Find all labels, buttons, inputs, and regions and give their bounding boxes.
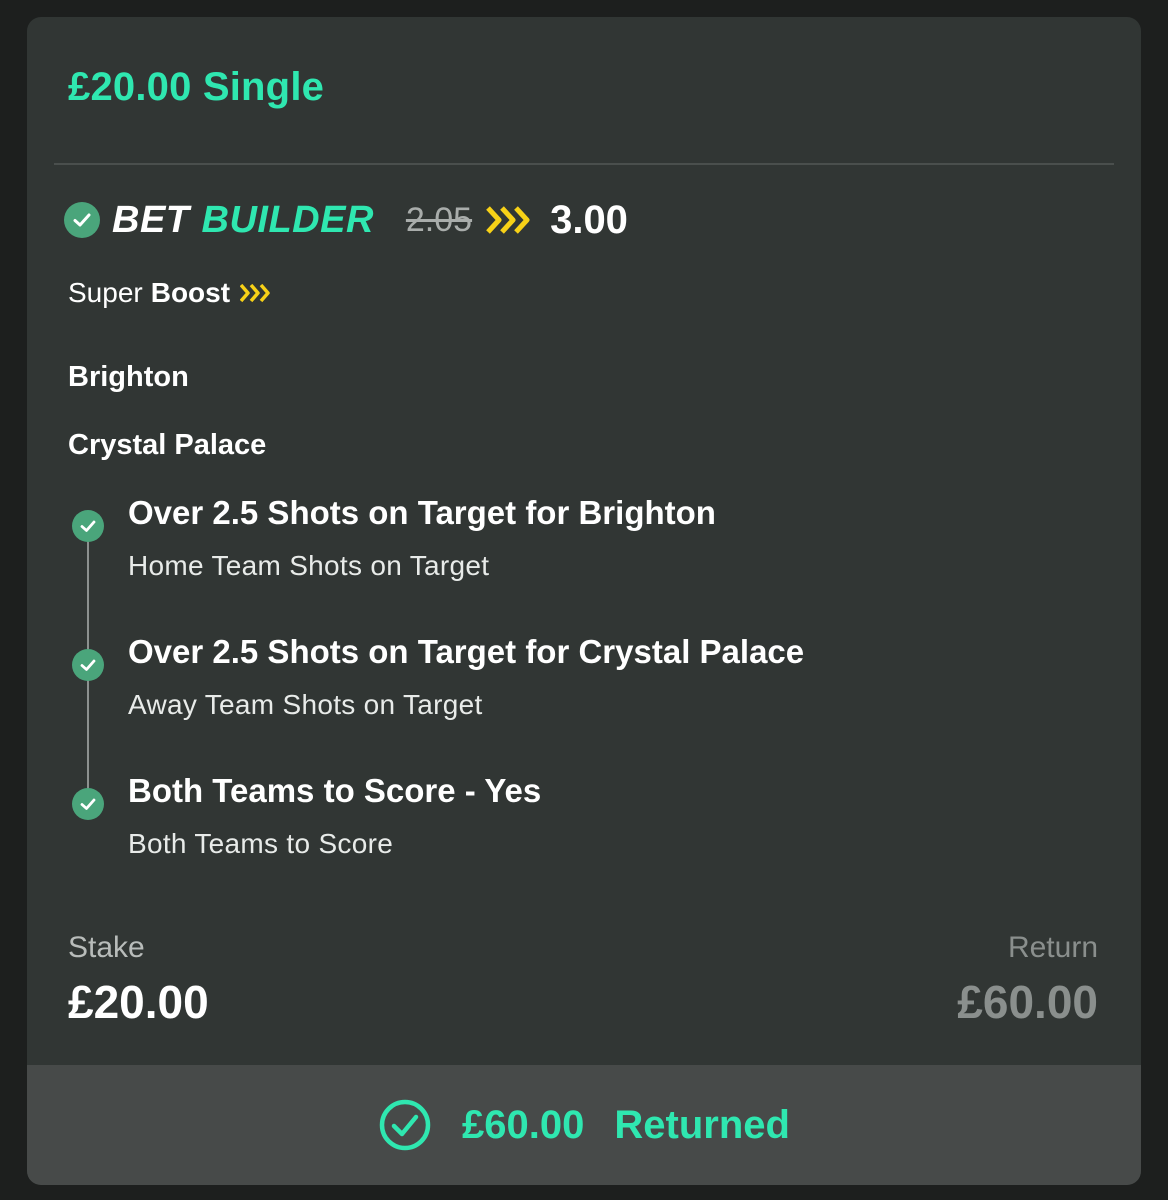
leg-title: Over 2.5 Shots on Target for Brighton <box>128 494 716 531</box>
return-value: £60.00 <box>957 976 1098 1028</box>
original-odds: 2.05 <box>405 200 473 239</box>
check-circle-icon <box>64 202 100 238</box>
check-circle-outline-icon <box>378 1098 432 1152</box>
return-label: Return <box>1007 931 1098 964</box>
leg-title: Both Teams to Score - Yes <box>128 772 542 809</box>
stake-value: £20.00 <box>68 976 209 1028</box>
bet-builder-row: BET BUILDER 2.05 3.00 <box>64 197 628 243</box>
returned-status: Returned <box>614 1102 790 1147</box>
leg-subtitle: Home Team Shots on Target <box>128 550 490 581</box>
stake-label: Stake <box>68 931 145 964</box>
boosted-odds: 3.00 <box>550 197 628 242</box>
chevron-arrows-icon <box>486 205 534 235</box>
check-circle-icon <box>72 510 104 542</box>
divider <box>54 163 1114 165</box>
leg-subtitle: Both Teams to Score <box>128 828 394 859</box>
team-away: Crystal Palace <box>68 429 267 461</box>
boost-label: Boost <box>150 277 231 308</box>
bet-builder-logo-builder: BUILDER <box>201 198 374 241</box>
chevron-arrows-icon <box>240 282 272 304</box>
returned-amount: £60.00 <box>462 1102 585 1147</box>
bet-header: £20.00 Single <box>68 65 325 109</box>
leg-title: Over 2.5 Shots on Target for Crystal Pal… <box>128 633 805 670</box>
leg-subtitle: Away Team Shots on Target <box>128 689 483 720</box>
super-label: Super <box>68 277 143 308</box>
bet-builder-logo-bet: BET <box>112 198 190 241</box>
team-home: Brighton <box>68 361 189 393</box>
check-circle-icon <box>72 649 104 681</box>
check-circle-icon <box>72 788 104 820</box>
returned-banner: £60.00 Returned <box>27 1065 1141 1185</box>
bet-card: £20.00 Single BET BUILDER 2.05 3.00 Supe… <box>27 17 1141 1185</box>
super-boost-label: Super Boost <box>68 277 272 309</box>
